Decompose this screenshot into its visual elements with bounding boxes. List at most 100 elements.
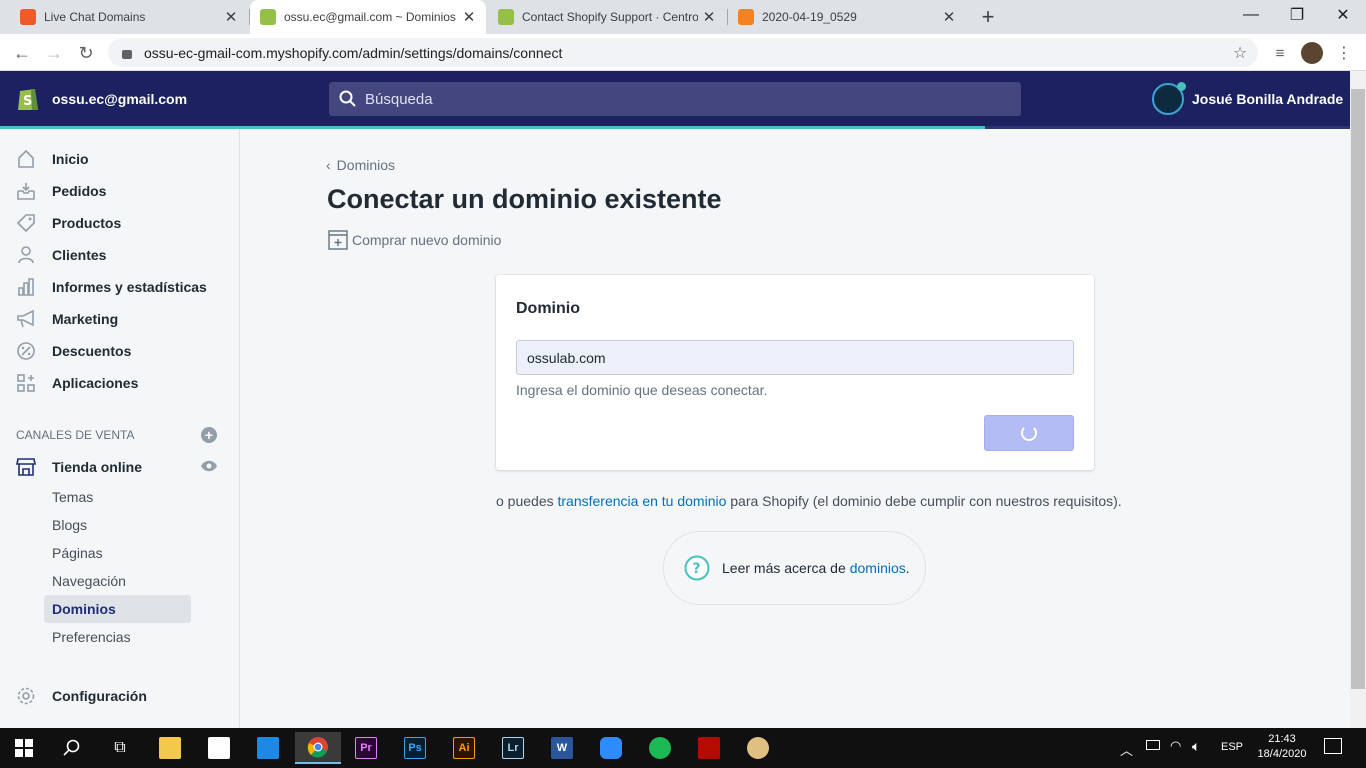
sidebar-subitem-paginas[interactable]: Páginas — [44, 539, 191, 567]
sidebar-item-informes[interactable]: Informes y estadísticas — [0, 271, 240, 303]
tab-dominios[interactable]: ossu.ec@gmail.com ~ Dominios ✕ — [250, 0, 486, 34]
sidebar-item-inicio[interactable]: Inicio — [0, 143, 240, 175]
lock-icon — [122, 50, 132, 59]
domain-card: Dominio ossulab.com Ingresa el dominio q… — [496, 275, 1094, 470]
eye-icon[interactable] — [200, 459, 218, 476]
close-icon[interactable]: ✕ — [220, 8, 242, 26]
bookmark-star-icon[interactable]: ☆ — [1226, 39, 1254, 67]
zoom-icon[interactable] — [591, 732, 631, 764]
orders-icon — [16, 181, 36, 201]
sidebar-item-descuentos[interactable]: Descuentos — [0, 335, 240, 367]
add-channel-icon[interactable]: + — [201, 427, 217, 443]
acrobat-icon[interactable] — [689, 732, 729, 764]
domains-help-link[interactable]: dominios — [850, 560, 906, 576]
wifi-icon[interactable]: ◠ — [1170, 738, 1181, 754]
clock-time: 21:43 — [1268, 733, 1296, 745]
sidebar-item-tienda-online[interactable]: Tienda online — [0, 451, 240, 483]
battery-icon[interactable] — [1146, 740, 1160, 750]
reload-icon[interactable]: ↻ — [72, 39, 100, 67]
search-input[interactable]: Búsqueda — [329, 82, 1021, 116]
sidebar-item-pedidos[interactable]: Pedidos — [0, 175, 240, 207]
online-status-dot — [1177, 82, 1186, 91]
sidebar-subitem-blogs[interactable]: Blogs — [44, 511, 191, 539]
sidebar-item-productos[interactable]: Productos — [0, 207, 240, 239]
domain-help-text: Ingresa el dominio que deseas conectar. — [516, 382, 768, 398]
volume-icon[interactable]: 🔈︎ — [1192, 738, 1200, 755]
transfer-domain-link[interactable]: transferencia en tu dominio — [558, 493, 727, 509]
store-icon[interactable] — [199, 732, 239, 764]
photoshop-icon[interactable]: Ps — [395, 732, 435, 764]
chrome-menu-icon[interactable]: ⋮ — [1330, 39, 1358, 67]
scrollbar-thumb[interactable] — [1351, 89, 1365, 689]
domain-input-value: ossulab.com — [527, 349, 606, 366]
tab-title: Contact Shopify Support · Centro — [522, 10, 698, 24]
minimize-icon[interactable]: — — [1228, 0, 1274, 30]
windows-start-icon[interactable] — [4, 732, 44, 764]
page-title: Conectar un dominio existente — [327, 184, 722, 214]
sidebar-item-configuracion[interactable]: Configuración — [0, 680, 240, 712]
windows-taskbar: ⧉ Pr Ps Ai Lr W ︿ ◠ 🔈︎ ESP 21:43 18/4/20… — [0, 728, 1366, 768]
transfer-prefix: o puedes — [496, 493, 558, 509]
user-name[interactable]: Josué Bonilla Andrade — [1192, 91, 1343, 107]
main-content: ‹ Dominios Conectar un dominio existente… — [240, 129, 1350, 728]
store-name[interactable]: ossu.ec@gmail.com — [52, 91, 187, 107]
tab-live-chat[interactable]: Live Chat Domains ✕ — [0, 0, 248, 34]
clock[interactable]: 21:43 18/4/2020 — [1252, 732, 1312, 762]
maximize-icon[interactable]: ❐ — [1274, 0, 1320, 30]
paint-icon[interactable] — [738, 732, 778, 764]
sidebar-item-marketing[interactable]: Marketing — [0, 303, 240, 335]
tab-screenshot[interactable]: 2020-04-19_0529 ✕ — [728, 0, 966, 34]
domain-input[interactable]: ossulab.com — [516, 340, 1074, 375]
sidebar-subitem-temas[interactable]: Temas — [44, 483, 191, 511]
breadcrumb[interactable]: ‹ Dominios — [326, 157, 395, 173]
learn-suffix: . — [905, 560, 910, 576]
shopify-topbar: S ossu.ec@gmail.com Búsqueda Josué Bonil… — [0, 71, 1350, 128]
next-button-loading[interactable] — [984, 415, 1074, 451]
sidebar-subitem-preferencias[interactable]: Preferencias — [44, 623, 191, 651]
task-view-icon[interactable]: ⧉ — [100, 732, 140, 764]
close-icon[interactable]: ✕ — [458, 8, 480, 26]
shopify-logo-icon[interactable]: S — [16, 84, 40, 112]
profile-avatar[interactable] — [1298, 39, 1326, 67]
sidebar-item-label: Aplicaciones — [52, 375, 139, 391]
sidebar-item-aplicaciones[interactable]: Aplicaciones — [0, 367, 240, 399]
premiere-icon[interactable]: Pr — [346, 732, 386, 764]
notifications-icon[interactable] — [1324, 738, 1342, 754]
mail-icon[interactable] — [248, 732, 288, 764]
tray-chevron-icon[interactable]: ︿ — [1120, 740, 1133, 759]
lightroom-icon[interactable]: Lr — [493, 732, 533, 764]
chrome-icon[interactable] — [295, 732, 341, 764]
channels-heading: CANALES DE VENTA — [16, 428, 135, 442]
file-explorer-icon[interactable] — [150, 732, 190, 764]
spotify-icon[interactable] — [640, 732, 680, 764]
megaphone-icon — [16, 309, 36, 329]
person-icon — [16, 245, 36, 265]
apps-icon — [16, 373, 36, 393]
sidebar-subitem-navegacion[interactable]: Navegación — [44, 567, 191, 595]
discount-icon — [16, 341, 36, 361]
clock-date: 18/4/2020 — [1257, 748, 1307, 760]
browser-tab-strip: Live Chat Domains ✕ ossu.ec@gmail.com ~ … — [0, 0, 1366, 34]
new-tab-button[interactable]: + — [976, 4, 1000, 29]
word-icon[interactable]: W — [542, 732, 582, 764]
sidebar-item-label: Informes y estadísticas — [52, 279, 207, 295]
back-icon[interactable]: ← — [8, 39, 36, 67]
livechat-favicon-icon — [20, 9, 36, 25]
close-window-icon[interactable]: ✕ — [1320, 0, 1366, 30]
media-control-icon[interactable]: ≡ — [1266, 39, 1294, 67]
sidebar-nav: Inicio Pedidos Productos Clientes Inform… — [0, 129, 240, 728]
buy-domain-label: Comprar nuevo dominio — [352, 232, 502, 248]
address-bar[interactable]: ossu-ec-gmail-com.myshopify.com/admin/se… — [108, 38, 1258, 67]
page-scrollbar[interactable] — [1350, 71, 1366, 728]
search-icon[interactable] — [52, 732, 92, 764]
learn-prefix: Leer más acerca de — [722, 560, 846, 576]
language-indicator[interactable]: ESP — [1221, 741, 1243, 753]
tab-contact-support[interactable]: Contact Shopify Support · Centro ✕ — [488, 0, 726, 34]
sidebar-item-clientes[interactable]: Clientes — [0, 239, 240, 271]
illustrator-icon[interactable]: Ai — [444, 732, 484, 764]
close-icon[interactable]: ✕ — [698, 8, 720, 26]
close-icon[interactable]: ✕ — [938, 8, 960, 26]
sidebar-subitem-dominios[interactable]: Dominios — [44, 595, 191, 623]
forward-icon[interactable]: → — [40, 39, 68, 67]
buy-domain-button[interactable]: Comprar nuevo dominio — [328, 230, 501, 250]
